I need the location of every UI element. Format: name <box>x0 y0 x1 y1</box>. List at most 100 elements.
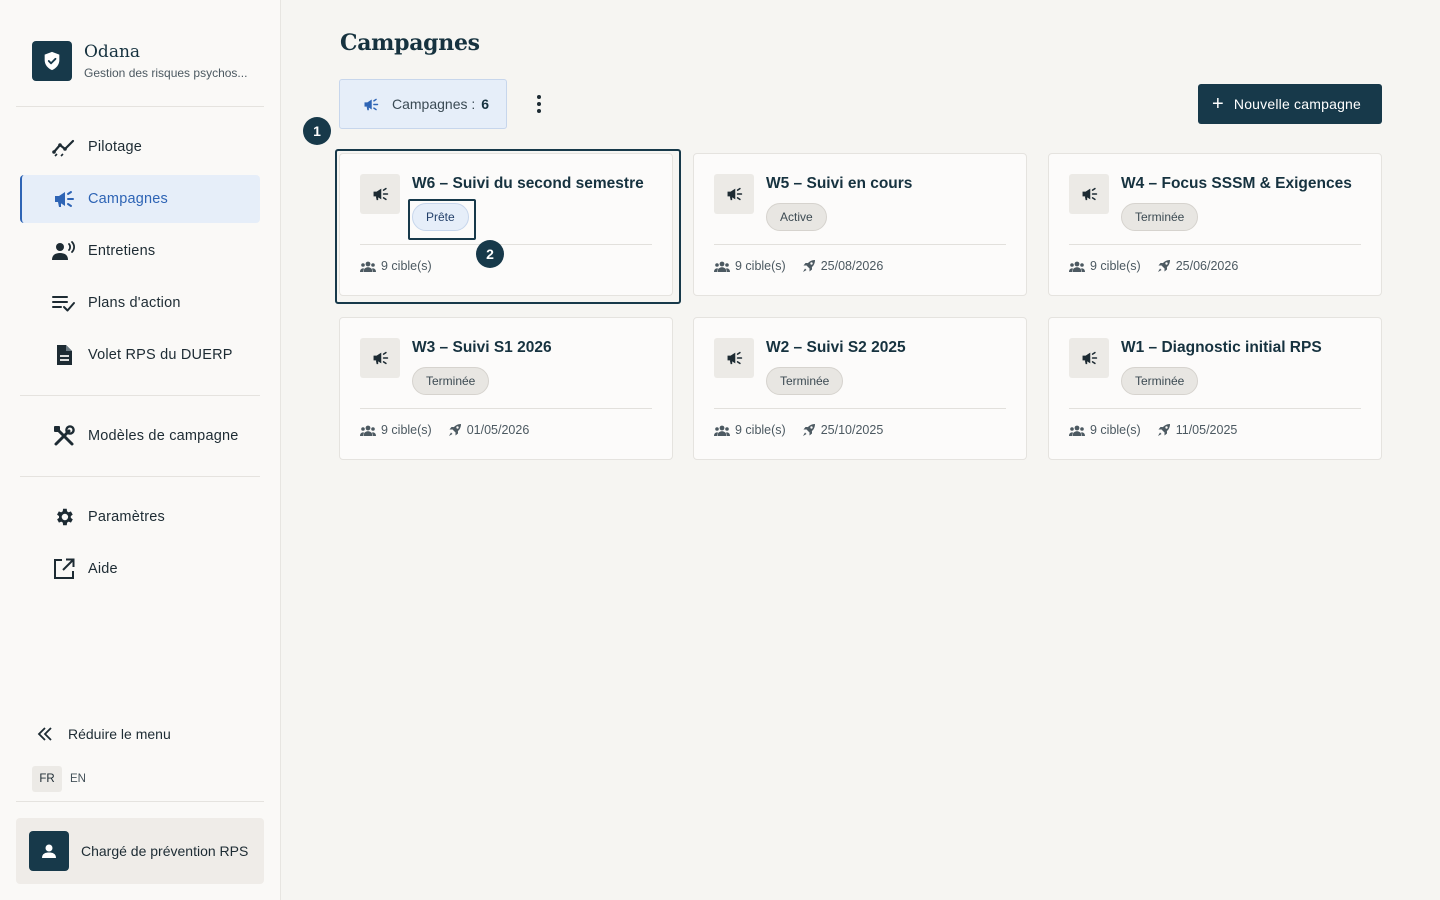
divider <box>16 801 264 802</box>
campaigns-count-filter[interactable]: Campagnes : 6 <box>339 79 507 129</box>
sidebar-item-label: Campagnes <box>88 191 168 207</box>
megaphone-icon <box>714 174 754 214</box>
targets-count: 9 cible(s) <box>381 423 432 437</box>
step-marker-1: 1 <box>303 117 331 145</box>
campaign-card-w4[interactable]: W4 – Focus SSSM & Exigences Terminée 9 c… <box>1048 153 1382 296</box>
campaign-title: W6 – Suivi du second semestre <box>412 175 644 192</box>
shield-check-icon <box>32 41 72 81</box>
external-link-icon <box>52 557 76 581</box>
collapse-menu-label: Réduire le menu <box>68 726 171 742</box>
lang-fr-button[interactable]: FR <box>32 766 62 792</box>
user-icon <box>29 831 69 871</box>
campaign-date: 25/08/2026 <box>820 259 884 273</box>
campaign-title: W4 – Focus SSSM & Exigences <box>1121 175 1352 192</box>
campaign-title: W5 – Suivi en cours <box>766 175 913 192</box>
divider <box>714 408 1006 409</box>
divider <box>714 244 1006 245</box>
people-icon <box>360 425 376 436</box>
checklist-icon <box>52 291 76 315</box>
document-icon <box>52 343 76 367</box>
sidebar-item-campagnes[interactable]: Campagnes <box>20 175 260 223</box>
user-role: Chargé de prévention RPS <box>81 843 249 859</box>
sidebar-item-plans-action[interactable]: Plans d'action <box>20 279 260 327</box>
language-switcher: FR EN <box>32 766 94 792</box>
targets-count: 9 cible(s) <box>1090 259 1141 273</box>
divider <box>20 476 260 477</box>
people-icon <box>714 261 730 272</box>
sidebar-item-label: Pilotage <box>88 139 142 155</box>
campaign-date: 11/05/2025 <box>1175 423 1238 437</box>
divider <box>1069 244 1361 245</box>
brand-name: Odana <box>84 42 141 62</box>
divider <box>360 408 652 409</box>
count-value: 6 <box>481 96 490 112</box>
status-badge: Terminée <box>766 367 844 395</box>
campaign-date: 25/06/2026 <box>1175 259 1239 273</box>
status-badge: Prête <box>412 203 469 231</box>
sidebar-item-entretiens[interactable]: Entretiens <box>20 227 260 275</box>
sidebar-item-label: Plans d'action <box>88 295 181 311</box>
count-label: Campagnes : <box>392 96 476 112</box>
targets-count: 9 cible(s) <box>735 259 786 273</box>
rocket-icon <box>802 424 815 436</box>
people-icon <box>1069 261 1085 272</box>
rocket-icon <box>802 260 815 272</box>
targets-count: 9 cible(s) <box>1090 423 1141 437</box>
collapse-menu-button[interactable]: Réduire le menu <box>36 722 171 746</box>
rocket-icon <box>448 424 461 436</box>
campaign-card-w1[interactable]: W1 – Diagnostic initial RPS Terminée 9 c… <box>1048 317 1382 460</box>
sidebar-item-aide[interactable]: Aide <box>20 545 260 593</box>
trend-icon <box>52 135 76 159</box>
more-options-icon[interactable] <box>528 91 550 117</box>
megaphone-icon <box>714 338 754 378</box>
sidebar-item-parametres[interactable]: Paramètres <box>20 493 260 541</box>
user-profile[interactable]: Chargé de prévention RPS <box>16 818 264 884</box>
megaphone-icon <box>52 187 76 211</box>
targets-count: 9 cible(s) <box>735 423 786 437</box>
page-title: Campagnes <box>340 30 480 56</box>
campaign-title: W2 – Suivi S2 2025 <box>766 339 906 356</box>
step-marker-2: 2 <box>476 240 504 268</box>
brand[interactable]: Odana Gestion des risques psychos... <box>32 41 247 81</box>
megaphone-icon <box>360 338 400 378</box>
new-campaign-label: Nouvelle campagne <box>1233 96 1362 112</box>
megaphone-icon <box>1069 174 1109 214</box>
megaphone-icon <box>360 174 400 214</box>
people-icon <box>1069 425 1085 436</box>
campaign-date: 01/05/2026 <box>466 423 530 437</box>
campaign-card-w3[interactable]: W3 – Suivi S1 2026 Terminée 9 cible(s) 0… <box>339 317 673 460</box>
megaphone-icon <box>1069 338 1109 378</box>
campaign-card-w6[interactable]: W6 – Suivi du second semestre Prête 9 ci… <box>339 153 673 296</box>
sidebar-item-modeles[interactable]: Modèles de campagne <box>20 412 260 460</box>
sidebar-item-label: Volet RPS du DUERP <box>88 347 233 363</box>
sidebar-item-label: Modèles de campagne <box>88 428 239 444</box>
sidebar-item-volet-rps[interactable]: Volet RPS du DUERP <box>20 331 260 379</box>
brand-subtitle: Gestion des risques psychos... <box>84 66 248 80</box>
sidebar: Odana Gestion des risques psychos... Pil… <box>0 0 281 900</box>
rocket-icon <box>1157 424 1170 436</box>
campaign-date: 25/10/2025 <box>820 423 884 437</box>
rocket-icon <box>1157 260 1170 272</box>
targets-count: 9 cible(s) <box>381 259 432 273</box>
status-badge: Terminée <box>1121 367 1199 395</box>
sidebar-item-label: Paramètres <box>88 509 165 525</box>
campaign-card-w2[interactable]: W2 – Suivi S2 2025 Terminée 9 cible(s) 2… <box>693 317 1027 460</box>
campaign-card-w5[interactable]: W5 – Suivi en cours Active 9 cible(s) 25… <box>693 153 1027 296</box>
divider <box>20 395 260 396</box>
tools-icon <box>52 424 76 448</box>
gear-icon <box>52 505 76 529</box>
double-chevron-left-icon <box>36 722 54 746</box>
status-badge: Active <box>766 203 827 231</box>
divider <box>360 244 652 245</box>
campaign-title: W1 – Diagnostic initial RPS <box>1121 339 1322 356</box>
new-campaign-button[interactable]: + Nouvelle campagne <box>1198 84 1382 124</box>
status-badge: Terminée <box>1121 203 1199 231</box>
people-icon <box>360 261 376 272</box>
sidebar-item-pilotage[interactable]: Pilotage <box>20 123 260 171</box>
status-badge: Terminée <box>412 367 490 395</box>
person-voice-icon <box>52 239 76 263</box>
plus-icon: + <box>1212 93 1224 115</box>
sidebar-item-label: Aide <box>88 561 118 577</box>
divider <box>16 106 264 107</box>
lang-en-button[interactable]: EN <box>62 766 94 792</box>
